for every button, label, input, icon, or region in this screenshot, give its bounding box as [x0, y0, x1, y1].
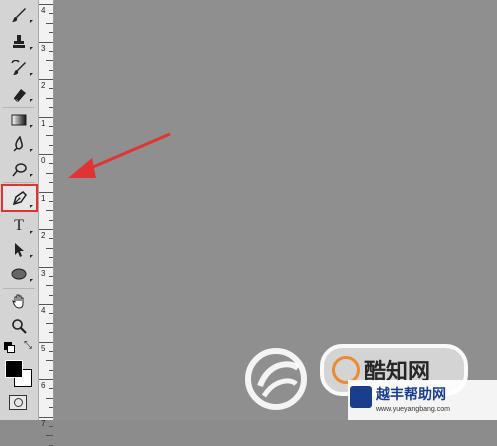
watermark: 酷知网 越丰帮助网 www.yueyangbang.com	[232, 324, 497, 420]
ruler-minor-tick	[49, 444, 53, 446]
watermark-swirl-logo	[245, 348, 307, 410]
watermark-house-icon	[350, 386, 372, 408]
watermark-url: www.yueyangbang.com	[376, 406, 450, 413]
watermark-overlay-text: 越丰帮助网	[376, 386, 446, 402]
ruler-minor-tick	[46, 435, 53, 437]
watermark-overlay-bar: 越丰帮助网 www.yueyangbang.com	[348, 380, 497, 420]
ruler-minor-tick	[49, 425, 53, 427]
